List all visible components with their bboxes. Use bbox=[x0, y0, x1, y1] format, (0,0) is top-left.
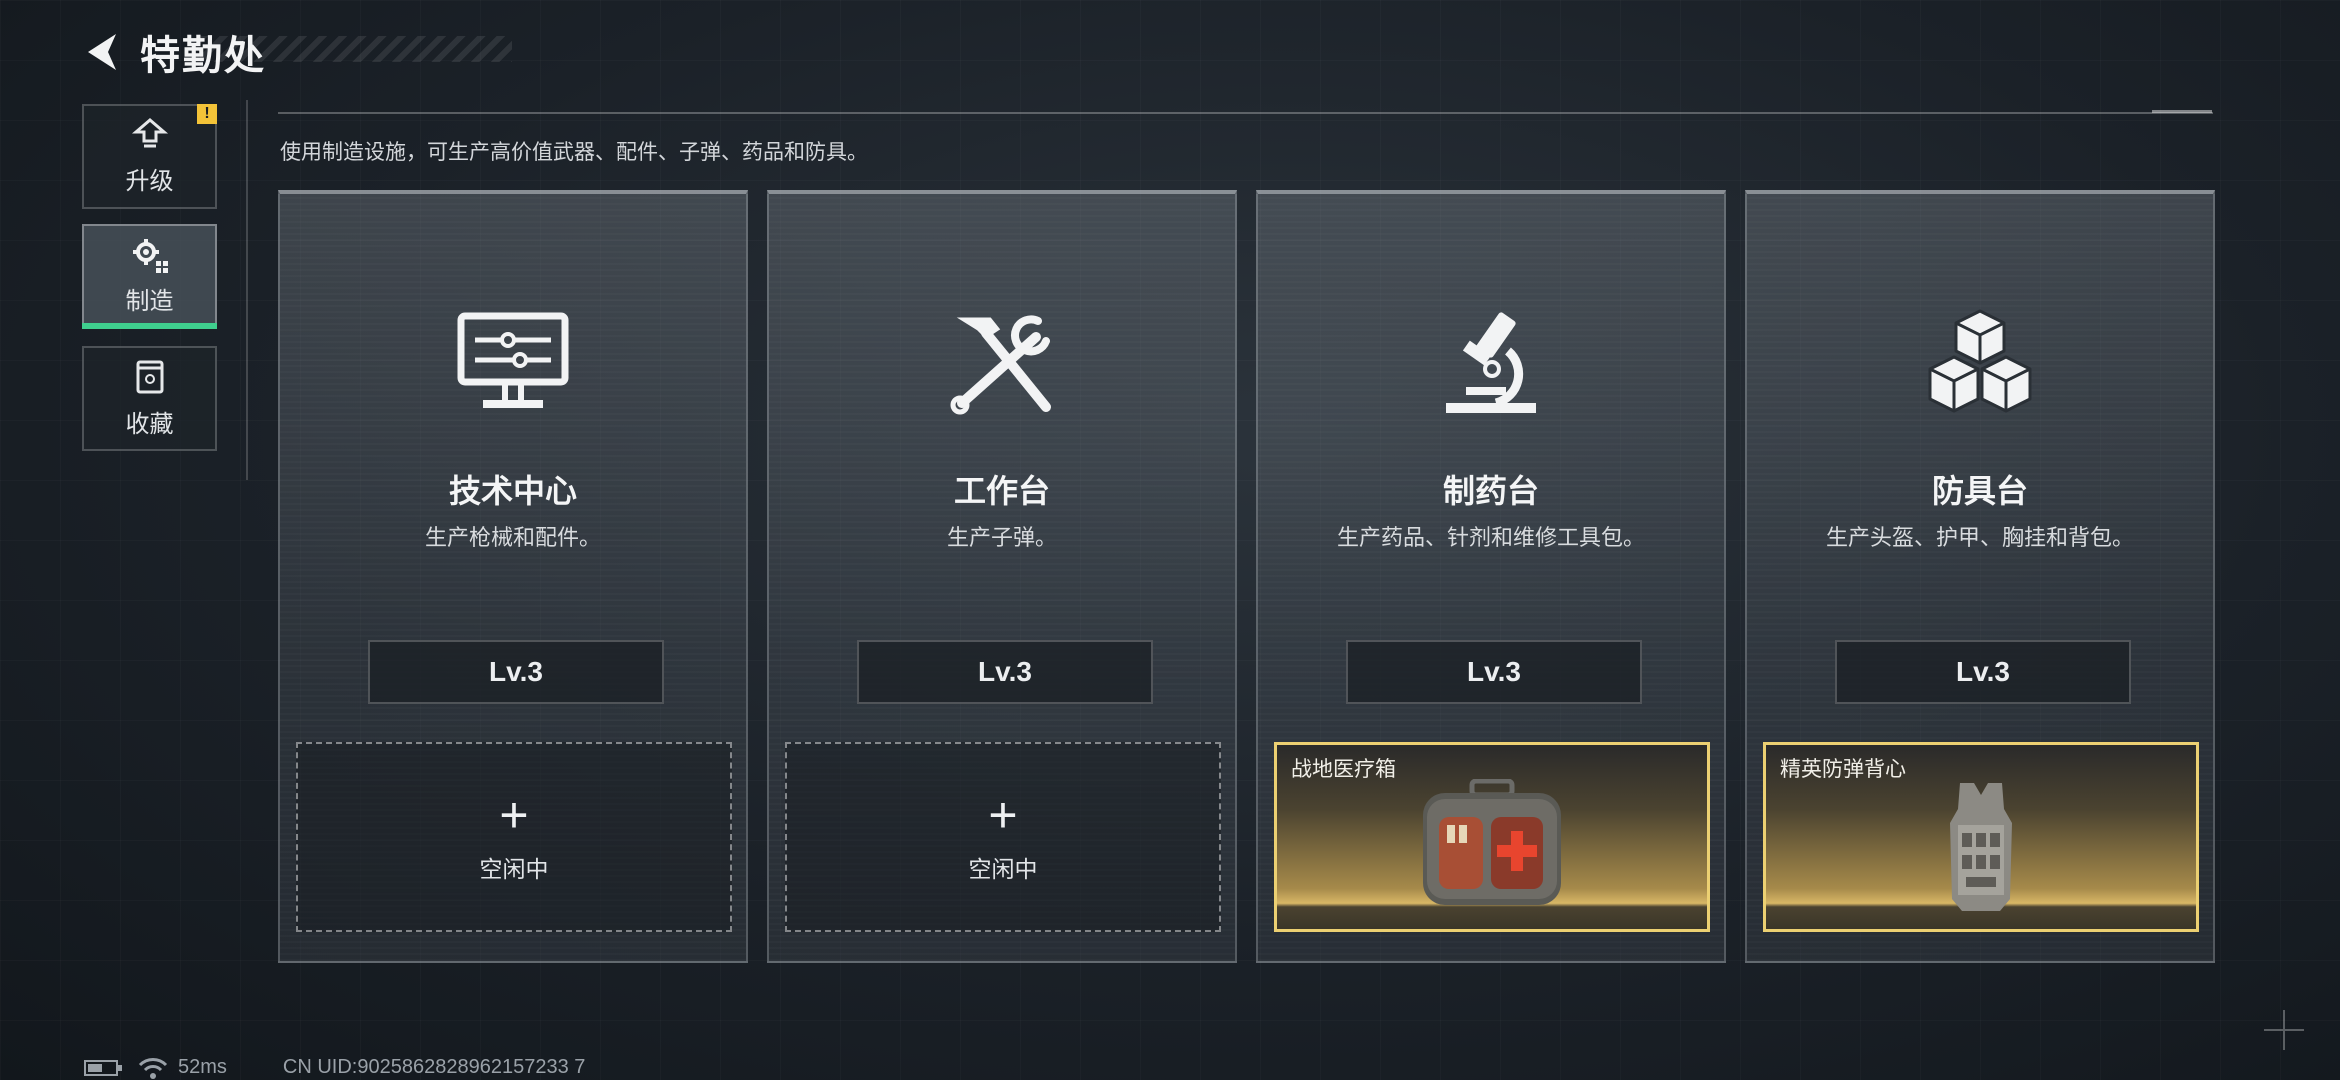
page-description: 使用制造设施，可生产高价值武器、配件、子弹、药品和防具。 bbox=[280, 141, 868, 164]
slot-status-label: 空闲中 bbox=[968, 856, 1038, 882]
slot-status-label: 空闲中 bbox=[479, 856, 549, 882]
alert-badge: ! bbox=[197, 104, 217, 124]
slot-item-name: 战地医疗箱 bbox=[1291, 758, 1396, 781]
card-title: 工作台 bbox=[953, 473, 1050, 509]
nav-item-upgrade[interactable]: ! 升级 bbox=[82, 104, 217, 209]
production-slot-active[interactable]: 战地医疗箱 bbox=[1274, 742, 1710, 932]
level-badge[interactable]: Lv.3 bbox=[368, 640, 664, 704]
nav-divider bbox=[246, 100, 248, 480]
top-divider-accent bbox=[2152, 110, 2212, 113]
production-slot-empty[interactable]: + 空闲中 bbox=[785, 742, 1221, 932]
card-description: 生产子弹。 bbox=[946, 525, 1057, 550]
card-title: 技术中心 bbox=[448, 473, 577, 509]
microscope-icon bbox=[1426, 302, 1556, 422]
upgrade-icon bbox=[131, 118, 168, 148]
card-description: 生产药品、针剂和维修工具包。 bbox=[1336, 525, 1645, 550]
level-badge[interactable]: Lv.3 bbox=[1346, 640, 1642, 704]
status-bar: 52ms CN UID:9025862828962157233 7 bbox=[84, 1056, 599, 1079]
production-slot-empty[interactable]: + 空闲中 bbox=[296, 742, 732, 932]
card-description: 生产头盔、护甲、胸挂和背包。 bbox=[1825, 525, 2134, 550]
card-description: 生产枪械和配件。 bbox=[424, 525, 601, 550]
production-slot-active[interactable]: 精英防弹背心 bbox=[1763, 742, 2199, 932]
facility-card-tech-center[interactable]: 技术中心 生产枪械和配件。 Lv.3 + 空闲中 bbox=[278, 190, 748, 963]
facility-card-workbench[interactable]: 工作台 生产子弹。 Lv.3 + 空闲中 bbox=[767, 190, 1237, 963]
facility-card-armor[interactable]: 防具台 生产头盔、护甲、胸挂和背包。 Lv.3 精英防弹背心 bbox=[1745, 190, 2215, 963]
wifi-icon bbox=[138, 1057, 168, 1079]
card-title: 制药台 bbox=[1442, 473, 1539, 509]
collection-box-icon bbox=[136, 360, 163, 394]
facility-card-pharmacy[interactable]: 制药台 生产药品、针剂和维修工具包。 Lv.3 战地医疗箱 bbox=[1256, 190, 1726, 963]
uid-label: CN UID:9025862828962157233 7 bbox=[282, 1056, 586, 1078]
plus-icon: + bbox=[988, 787, 1018, 843]
computer-monitor-icon bbox=[448, 302, 578, 422]
nav-item-craft[interactable]: 制造 bbox=[82, 224, 217, 329]
level-badge[interactable]: Lv.3 bbox=[857, 640, 1153, 704]
top-divider bbox=[278, 112, 2213, 114]
back-arrow-icon[interactable] bbox=[80, 30, 124, 74]
title-decoration bbox=[200, 36, 512, 62]
nav-label-collection: 收藏 bbox=[125, 411, 174, 438]
ping-value: 52ms bbox=[178, 1056, 227, 1078]
plus-icon: + bbox=[499, 787, 529, 843]
gear-icon bbox=[132, 239, 168, 273]
cubes-icon bbox=[1915, 302, 2045, 422]
card-title: 防具台 bbox=[1931, 473, 2028, 509]
battery-icon bbox=[84, 1059, 122, 1076]
nav-label-upgrade: 升级 bbox=[125, 168, 174, 195]
medkit-icon bbox=[1423, 779, 1561, 905]
level-badge[interactable]: Lv.3 bbox=[1835, 640, 2131, 704]
nav-item-collection[interactable]: 收藏 bbox=[82, 346, 217, 451]
slot-item-name: 精英防弹背心 bbox=[1780, 758, 1906, 781]
corner-crosshair-icon bbox=[2264, 1010, 2304, 1050]
nav-label-craft: 制造 bbox=[125, 288, 174, 315]
hammer-wrench-icon bbox=[937, 302, 1067, 422]
body-armor-vest-icon bbox=[1950, 783, 2012, 911]
